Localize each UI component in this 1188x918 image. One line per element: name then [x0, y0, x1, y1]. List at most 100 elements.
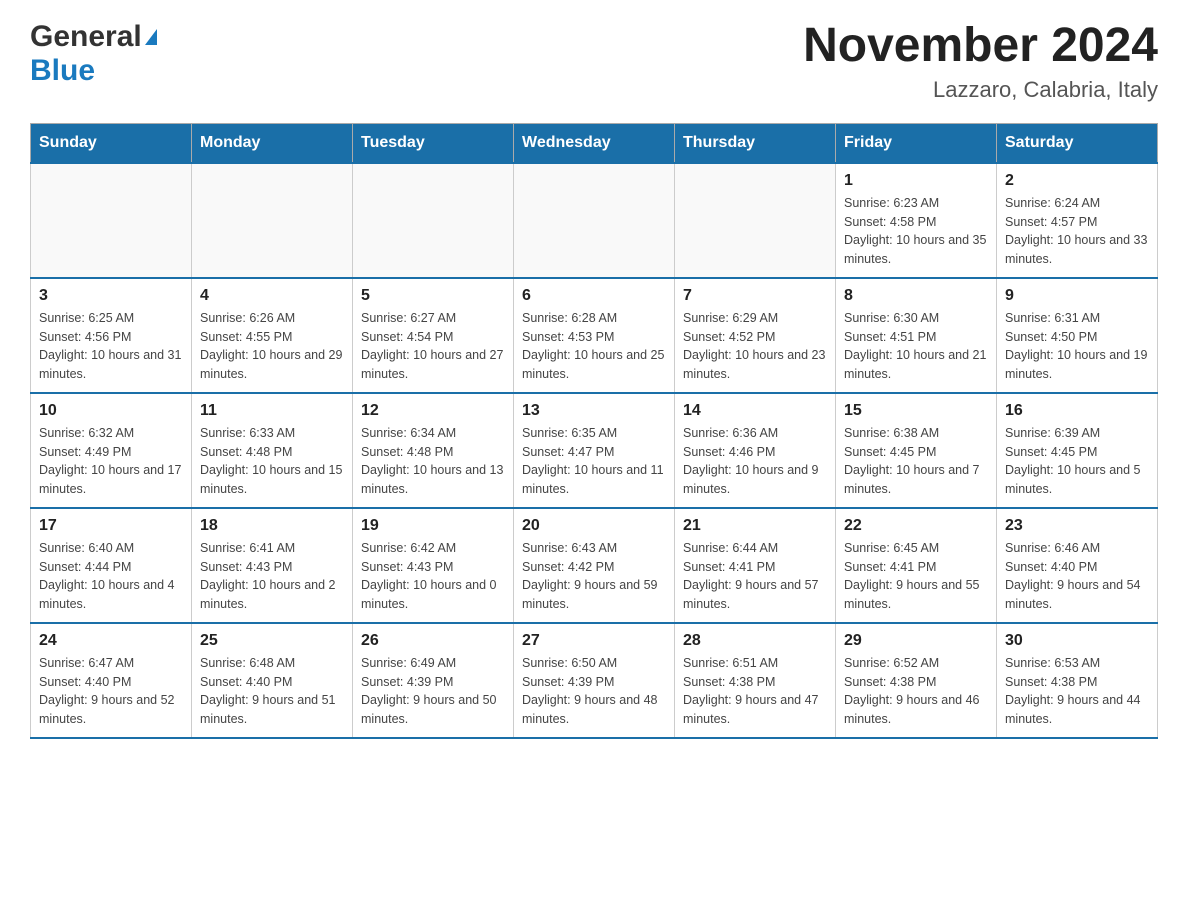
day-number: 3 — [39, 287, 183, 305]
day-number: 8 — [844, 287, 988, 305]
table-row: 3 Sunrise: 6:25 AMSunset: 4:56 PMDaylight… — [31, 278, 192, 393]
table-row: 29 Sunrise: 6:52 AMSunset: 4:38 PMDayligh… — [836, 623, 997, 738]
day-info: Sunrise: 6:32 AMSunset: 4:49 PMDaylight:… — [39, 424, 183, 499]
day-info: Sunrise: 6:34 AMSunset: 4:48 PMDaylight:… — [361, 424, 505, 499]
table-row: 20 Sunrise: 6:43 AMSunset: 4:42 PMDayligh… — [514, 508, 675, 623]
logo-blue-text: Blue — [30, 54, 95, 88]
table-row: 12 Sunrise: 6:34 AMSunset: 4:48 PMDayligh… — [353, 393, 514, 508]
day-number: 1 — [844, 172, 988, 190]
day-info: Sunrise: 6:44 AMSunset: 4:41 PMDaylight:… — [683, 539, 827, 614]
day-info: Sunrise: 6:28 AMSunset: 4:53 PMDaylight:… — [522, 309, 666, 384]
day-info: Sunrise: 6:42 AMSunset: 4:43 PMDaylight:… — [361, 539, 505, 614]
day-number: 14 — [683, 402, 827, 420]
day-info: Sunrise: 6:39 AMSunset: 4:45 PMDaylight:… — [1005, 424, 1149, 499]
calendar-week-row: 24 Sunrise: 6:47 AMSunset: 4:40 PMDayligh… — [31, 623, 1158, 738]
logo-triangle-icon — [145, 29, 157, 45]
day-info: Sunrise: 6:31 AMSunset: 4:50 PMDaylight:… — [1005, 309, 1149, 384]
table-row — [31, 163, 192, 278]
col-saturday: Saturday — [997, 123, 1158, 163]
table-row: 7 Sunrise: 6:29 AMSunset: 4:52 PMDaylight… — [675, 278, 836, 393]
table-row: 19 Sunrise: 6:42 AMSunset: 4:43 PMDayligh… — [353, 508, 514, 623]
calendar-week-row: 10 Sunrise: 6:32 AMSunset: 4:49 PMDayligh… — [31, 393, 1158, 508]
day-info: Sunrise: 6:52 AMSunset: 4:38 PMDaylight:… — [844, 654, 988, 729]
day-number: 26 — [361, 632, 505, 650]
col-monday: Monday — [192, 123, 353, 163]
table-row: 23 Sunrise: 6:46 AMSunset: 4:40 PMDayligh… — [997, 508, 1158, 623]
day-number: 19 — [361, 517, 505, 535]
month-year-title: November 2024 — [803, 20, 1158, 73]
day-number: 2 — [1005, 172, 1149, 190]
table-row: 24 Sunrise: 6:47 AMSunset: 4:40 PMDayligh… — [31, 623, 192, 738]
page-header: General Blue November 2024 Lazzaro, Cala… — [30, 20, 1158, 103]
table-row: 28 Sunrise: 6:51 AMSunset: 4:38 PMDayligh… — [675, 623, 836, 738]
calendar-week-row: 1Sunrise: 6:23 AMSunset: 4:58 PMDaylight… — [31, 163, 1158, 278]
calendar-header-row: Sunday Monday Tuesday Wednesday Thursday… — [31, 123, 1158, 163]
table-row: 30Sunrise: 6:53 AMSunset: 4:38 PMDayligh… — [997, 623, 1158, 738]
day-info: Sunrise: 6:43 AMSunset: 4:42 PMDaylight:… — [522, 539, 666, 614]
day-info: Sunrise: 6:49 AMSunset: 4:39 PMDaylight:… — [361, 654, 505, 729]
day-number: 15 — [844, 402, 988, 420]
day-info: Sunrise: 6:24 AMSunset: 4:57 PMDaylight:… — [1005, 194, 1149, 269]
day-info: Sunrise: 6:27 AMSunset: 4:54 PMDaylight:… — [361, 309, 505, 384]
day-info: Sunrise: 6:45 AMSunset: 4:41 PMDaylight:… — [844, 539, 988, 614]
table-row: 13Sunrise: 6:35 AMSunset: 4:47 PMDayligh… — [514, 393, 675, 508]
logo: General Blue — [30, 20, 157, 88]
day-number: 11 — [200, 402, 344, 420]
table-row: 25 Sunrise: 6:48 AMSunset: 4:40 PMDayligh… — [192, 623, 353, 738]
table-row: 4Sunrise: 6:26 AMSunset: 4:55 PMDaylight… — [192, 278, 353, 393]
table-row — [192, 163, 353, 278]
day-info: Sunrise: 6:41 AMSunset: 4:43 PMDaylight:… — [200, 539, 344, 614]
table-row: 22 Sunrise: 6:45 AMSunset: 4:41 PMDayligh… — [836, 508, 997, 623]
day-number: 10 — [39, 402, 183, 420]
location-subtitle: Lazzaro, Calabria, Italy — [803, 77, 1158, 103]
day-number: 20 — [522, 517, 666, 535]
table-row: 8 Sunrise: 6:30 AMSunset: 4:51 PMDaylight… — [836, 278, 997, 393]
col-thursday: Thursday — [675, 123, 836, 163]
day-info: Sunrise: 6:47 AMSunset: 4:40 PMDaylight:… — [39, 654, 183, 729]
day-info: Sunrise: 6:46 AMSunset: 4:40 PMDaylight:… — [1005, 539, 1149, 614]
col-wednesday: Wednesday — [514, 123, 675, 163]
day-number: 18 — [200, 517, 344, 535]
day-number: 27 — [522, 632, 666, 650]
table-row: 1Sunrise: 6:23 AMSunset: 4:58 PMDaylight… — [836, 163, 997, 278]
table-row: 21 Sunrise: 6:44 AMSunset: 4:41 PMDayligh… — [675, 508, 836, 623]
table-row — [514, 163, 675, 278]
calendar-week-row: 17Sunrise: 6:40 AMSunset: 4:44 PMDayligh… — [31, 508, 1158, 623]
day-info: Sunrise: 6:53 AMSunset: 4:38 PMDaylight:… — [1005, 654, 1149, 729]
day-number: 7 — [683, 287, 827, 305]
table-row: 15 Sunrise: 6:38 AMSunset: 4:45 PMDayligh… — [836, 393, 997, 508]
day-number: 22 — [844, 517, 988, 535]
day-info: Sunrise: 6:48 AMSunset: 4:40 PMDaylight:… — [200, 654, 344, 729]
day-number: 5 — [361, 287, 505, 305]
col-tuesday: Tuesday — [353, 123, 514, 163]
day-number: 25 — [200, 632, 344, 650]
day-info: Sunrise: 6:33 AMSunset: 4:48 PMDaylight:… — [200, 424, 344, 499]
day-info: Sunrise: 6:51 AMSunset: 4:38 PMDaylight:… — [683, 654, 827, 729]
col-sunday: Sunday — [31, 123, 192, 163]
title-section: November 2024 Lazzaro, Calabria, Italy — [803, 20, 1158, 103]
col-friday: Friday — [836, 123, 997, 163]
table-row: 27Sunrise: 6:50 AMSunset: 4:39 PMDayligh… — [514, 623, 675, 738]
table-row: 10 Sunrise: 6:32 AMSunset: 4:49 PMDayligh… — [31, 393, 192, 508]
day-number: 21 — [683, 517, 827, 535]
table-row: 14Sunrise: 6:36 AMSunset: 4:46 PMDayligh… — [675, 393, 836, 508]
day-info: Sunrise: 6:25 AMSunset: 4:56 PMDaylight:… — [39, 309, 183, 384]
day-number: 28 — [683, 632, 827, 650]
day-number: 23 — [1005, 517, 1149, 535]
table-row: 2 Sunrise: 6:24 AMSunset: 4:57 PMDaylight… — [997, 163, 1158, 278]
day-number: 12 — [361, 402, 505, 420]
day-number: 29 — [844, 632, 988, 650]
day-number: 9 — [1005, 287, 1149, 305]
table-row: 26 Sunrise: 6:49 AMSunset: 4:39 PMDayligh… — [353, 623, 514, 738]
table-row: 5 Sunrise: 6:27 AMSunset: 4:54 PMDaylight… — [353, 278, 514, 393]
day-number: 16 — [1005, 402, 1149, 420]
day-info: Sunrise: 6:38 AMSunset: 4:45 PMDaylight:… — [844, 424, 988, 499]
day-number: 24 — [39, 632, 183, 650]
day-number: 17 — [39, 517, 183, 535]
day-info: Sunrise: 6:30 AMSunset: 4:51 PMDaylight:… — [844, 309, 988, 384]
table-row: 6Sunrise: 6:28 AMSunset: 4:53 PMDaylight… — [514, 278, 675, 393]
table-row: 18 Sunrise: 6:41 AMSunset: 4:43 PMDayligh… — [192, 508, 353, 623]
table-row: 16 Sunrise: 6:39 AMSunset: 4:45 PMDayligh… — [997, 393, 1158, 508]
day-info: Sunrise: 6:29 AMSunset: 4:52 PMDaylight:… — [683, 309, 827, 384]
day-number: 13 — [522, 402, 666, 420]
